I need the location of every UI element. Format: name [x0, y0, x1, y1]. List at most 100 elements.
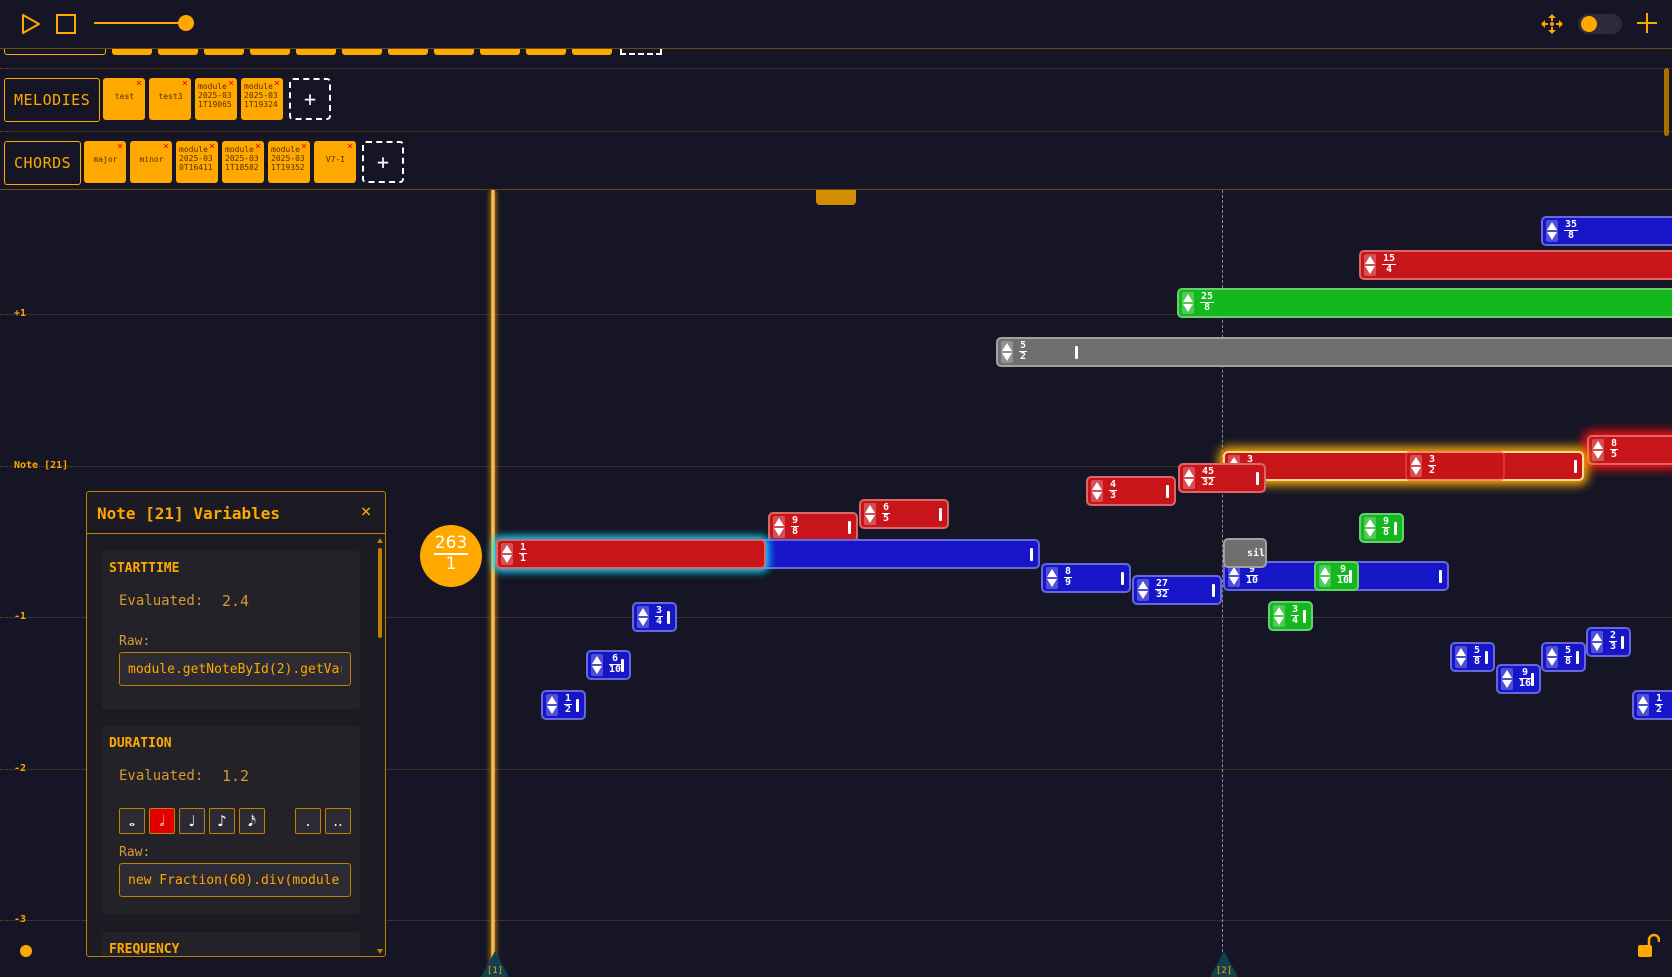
pitch-arrows-icon[interactable] [1046, 567, 1058, 589]
module-box-partial[interactable] [526, 49, 566, 55]
pitch-arrows-icon[interactable] [1183, 467, 1195, 489]
note[interactable]: 45 32 [1178, 463, 1266, 493]
module-item[interactable]: × module 2025-03 0T16411 [176, 141, 218, 183]
pitch-arrows-icon[interactable] [1001, 341, 1013, 363]
module-box-partial[interactable] [434, 49, 474, 55]
note[interactable]: 34 [1268, 601, 1313, 631]
resize-handle[interactable] [576, 698, 579, 712]
double-dot-button[interactable]: .. [325, 808, 351, 834]
variables-panel-scrollbar[interactable] [377, 538, 383, 954]
selected-note[interactable]: 32 [1223, 451, 1584, 481]
note[interactable]: 6 10 [586, 650, 631, 680]
playhead[interactable] [491, 190, 495, 977]
module-box-partial[interactable] [480, 49, 520, 55]
resize-handle[interactable] [1439, 569, 1442, 583]
resize-handle[interactable] [1394, 521, 1397, 535]
module-item-test[interactable]: × test [103, 78, 145, 120]
resize-handle[interactable] [667, 610, 670, 624]
note[interactable]: 25 8 [1177, 288, 1672, 318]
pitch-arrows-icon[interactable] [1364, 517, 1376, 539]
measure-marker[interactable]: [2] [1206, 951, 1242, 977]
melodies-label[interactable]: MELODIES [4, 78, 101, 122]
note-ghost[interactable]: 32 [1405, 451, 1505, 481]
pitch-arrows-icon[interactable] [501, 543, 513, 565]
silence[interactable]: sil [1223, 538, 1267, 568]
theme-toggle[interactable] [1578, 14, 1622, 34]
resize-handle[interactable] [1212, 583, 1215, 597]
pitch-arrows-icon[interactable] [1455, 646, 1467, 668]
pitch-arrows-icon[interactable] [1319, 565, 1331, 587]
module-box-partial[interactable] [572, 49, 612, 55]
note[interactable]: 23 [1586, 627, 1631, 657]
resize-handle[interactable] [1303, 609, 1306, 623]
measure-marker[interactable]: [1] [477, 951, 513, 977]
resize-handle[interactable] [1075, 345, 1078, 359]
pitch-arrows-icon[interactable] [1091, 480, 1103, 502]
module-box-partial[interactable] [158, 49, 198, 55]
eighth-note-button[interactable]: ♪ [209, 808, 235, 834]
whole-note-button[interactable]: 𝅝 [119, 808, 145, 834]
module-box-partial[interactable] [112, 49, 152, 55]
scroll-handle[interactable] [816, 190, 856, 205]
half-note-button[interactable]: 𝅗𝅥 [149, 808, 175, 834]
plus-icon[interactable] [1634, 10, 1660, 36]
note[interactable]: 89 [1041, 563, 1131, 593]
sixteenth-note-button[interactable]: 𝅘𝅥𝅯 [239, 808, 265, 834]
volume-slider[interactable] [94, 22, 186, 24]
resize-handle[interactable] [1256, 471, 1259, 485]
scrollbar-thumb[interactable] [378, 548, 382, 638]
volume-slider-thumb[interactable] [178, 15, 194, 31]
resize-handle[interactable] [1485, 650, 1488, 664]
remove-icon[interactable]: × [274, 79, 280, 89]
note[interactable]: 34 [632, 602, 677, 632]
remove-icon[interactable]: × [347, 142, 353, 152]
note[interactable]: 27 32 [1132, 575, 1222, 605]
pitch-arrows-icon[interactable] [1637, 694, 1649, 716]
pitch-arrows-icon[interactable] [637, 606, 649, 628]
module-item-v7-i[interactable]: × V7-I [314, 141, 356, 183]
resize-handle[interactable] [1030, 547, 1033, 561]
module-item[interactable]: × module 2025-03 1T19324 [241, 78, 283, 120]
pitch-arrows-icon[interactable] [1592, 439, 1604, 461]
resize-handle[interactable] [848, 520, 851, 534]
pitch-arrows-icon[interactable] [1591, 631, 1603, 653]
play-icon[interactable] [18, 12, 42, 36]
pitch-arrows-icon[interactable] [546, 694, 558, 716]
add-module-partial[interactable] [620, 49, 662, 55]
remove-icon[interactable]: × [136, 79, 142, 89]
add-melody-button[interactable]: + [289, 78, 331, 120]
pitch-arrows-icon[interactable] [1228, 565, 1240, 587]
remove-icon[interactable]: × [163, 142, 169, 152]
center-focus-icon[interactable] [1540, 13, 1564, 35]
scroll-up-icon[interactable] [377, 538, 383, 543]
quarter-note-button[interactable]: ♩ [179, 808, 205, 834]
pitch-arrows-icon[interactable] [1273, 605, 1285, 627]
remove-icon[interactable]: × [228, 79, 234, 89]
module-item-test3[interactable]: × test3 [149, 78, 191, 120]
pitch-arrows-icon[interactable] [1364, 254, 1376, 276]
pitch-arrows-icon[interactable] [1137, 579, 1149, 601]
pitch-arrows-icon[interactable] [1501, 668, 1513, 690]
resize-handle[interactable] [621, 658, 624, 672]
module-box-partial[interactable] [296, 49, 336, 55]
note[interactable]: 15 4 [1359, 250, 1672, 280]
note[interactable]: 12 [541, 690, 586, 720]
pitch-arrows-icon[interactable] [591, 654, 603, 676]
note[interactable]: 12 [1632, 690, 1672, 720]
pitch-arrows-icon[interactable] [1546, 646, 1558, 668]
pitch-arrows-icon[interactable] [773, 516, 785, 538]
close-icon[interactable]: × [357, 503, 375, 521]
base-note-dot[interactable] [20, 945, 32, 957]
unlock-icon[interactable] [1636, 933, 1660, 959]
remove-icon[interactable]: × [301, 142, 307, 152]
module-box-partial[interactable] [342, 49, 382, 55]
remove-icon[interactable]: × [182, 79, 188, 89]
dot-button[interactable]: . [295, 808, 321, 834]
resize-handle[interactable] [1531, 672, 1534, 686]
module-item[interactable]: × module 2025-03 1T19065 [195, 78, 237, 120]
note[interactable]: 65 [859, 499, 949, 529]
pitch-arrows-icon[interactable] [1546, 220, 1558, 242]
base-note-badge[interactable]: 263 1 [420, 525, 482, 587]
note[interactable]: 85 [1587, 435, 1672, 465]
remove-icon[interactable]: × [255, 142, 261, 152]
